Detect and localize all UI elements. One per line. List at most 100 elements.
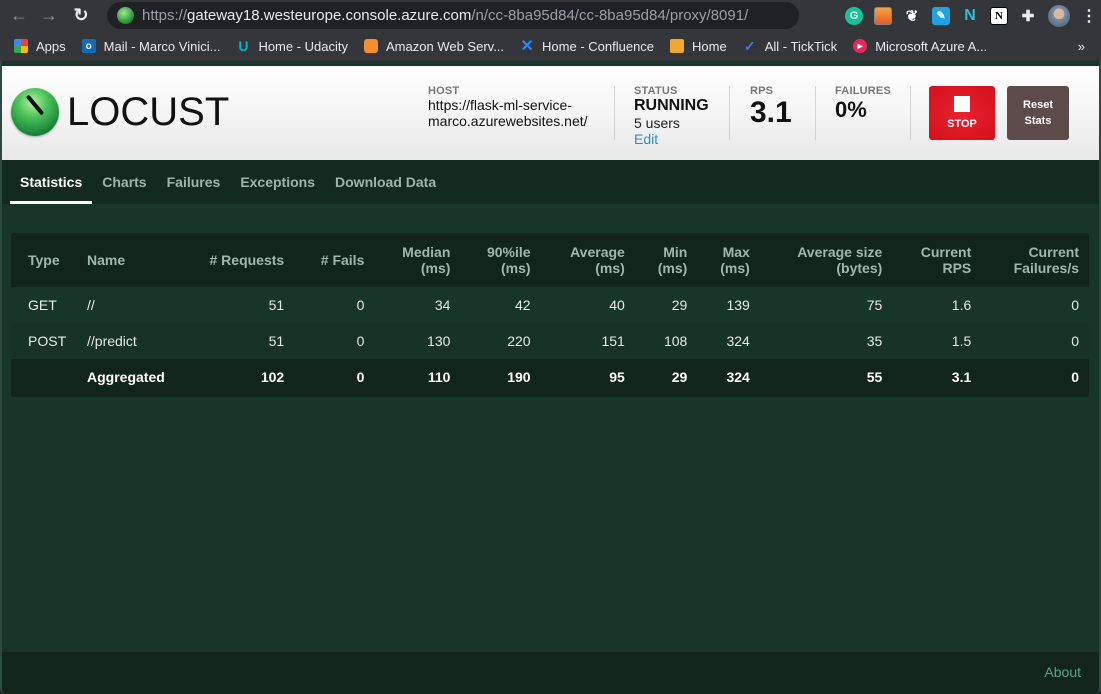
column-header[interactable]: Name	[77, 233, 175, 287]
column-header[interactable]: Average (ms)	[541, 233, 635, 287]
cell-min: 29	[634, 359, 698, 395]
column-header-line1: Name	[87, 252, 126, 268]
column-header-line2: RPS	[942, 260, 972, 276]
column-header[interactable]: # Requests	[175, 233, 294, 287]
column-header[interactable]: Min (ms)	[635, 233, 697, 287]
rps-value: 3.1	[750, 96, 792, 129]
cell-requests: 51	[268, 333, 285, 349]
bookmark-mail[interactable]: o Mail - Marco Vinici...	[81, 39, 220, 54]
browser-toolbar: ← → ↻ https://gateway18.westeurope.conso…	[0, 0, 1101, 31]
locust-logo[interactable]: LOCUST	[11, 88, 229, 136]
gnome-icon[interactable]: ❦	[903, 7, 921, 25]
column-header-line1: Average size	[797, 244, 883, 260]
nimbus-icon[interactable]: N	[961, 7, 979, 25]
tab-failures[interactable]: Failures	[157, 160, 231, 204]
bookmark-ticktick[interactable]: ✓ All - TickTick	[743, 38, 838, 54]
cell-current: 0	[1071, 297, 1079, 313]
cell-max: 139	[726, 297, 750, 313]
failures-value: 0%	[835, 97, 867, 122]
forward-arrow-icon[interactable]: →	[38, 5, 60, 27]
pen-icon[interactable]: ✎	[932, 6, 950, 25]
column-header-line1: Min	[663, 244, 688, 260]
azure-icon: ▸	[853, 39, 868, 53]
host-value: https://flask-ml-service-marco.azurewebs…	[428, 97, 588, 129]
cell-requests: 102	[174, 359, 295, 395]
cell-fails: 0	[356, 297, 365, 313]
tab-statistics[interactable]: Statistics	[10, 160, 93, 204]
locust-header: LOCUST HOST https://flask-ml-service-mar…	[2, 66, 1099, 160]
failures-label: FAILURES	[835, 85, 891, 97]
bookmark-apps[interactable]: Apps	[14, 39, 66, 54]
puzzle-icon[interactable]: ✚	[1019, 7, 1037, 25]
bookmark-azure[interactable]: ▸ Microsoft Azure A...	[853, 39, 987, 54]
column-header[interactable]: Median (ms)	[374, 233, 460, 287]
back-arrow-icon[interactable]: ←	[8, 5, 30, 27]
bookmark-home[interactable]: Home	[670, 39, 727, 54]
stop-label: STOP	[947, 118, 977, 130]
grammarly-icon[interactable]: G	[845, 6, 863, 25]
table-row: POST //predict 51 0 130 220 151 108 324 35 1.5 0	[11, 323, 1089, 359]
cell-max: 324	[697, 359, 760, 395]
bookmarks-bar: Apps o Mail - Marco Vinici... U Home - Uda…	[0, 31, 1101, 61]
column-header[interactable]: Average size (bytes)	[760, 233, 893, 287]
column-header[interactable]: 90%ile (ms)	[460, 233, 540, 287]
column-header[interactable]: Max (ms)	[697, 233, 759, 287]
box-icon	[670, 39, 685, 53]
tab-exceptions[interactable]: Exceptions	[230, 160, 325, 204]
edit-link[interactable]: Edit	[634, 131, 709, 147]
address-bar[interactable]: https://gateway18.westeurope.console.azu…	[107, 2, 799, 29]
cell-median: 34	[434, 297, 451, 313]
reload-icon[interactable]: ↻	[70, 5, 92, 27]
stop-icon	[954, 96, 970, 112]
cell-fails: 0	[294, 359, 375, 395]
locust-page: LOCUST HOST https://flask-ml-service-mar…	[0, 61, 1101, 694]
column-header[interactable]: Current RPS	[892, 233, 981, 287]
reset-stats-button[interactable]: Reset Stats	[1007, 86, 1069, 140]
cell-average: 95	[540, 359, 635, 395]
site-favicon-icon	[117, 7, 134, 24]
url-scheme: https://	[142, 7, 188, 24]
column-header[interactable]: Current Failures/s	[981, 233, 1089, 287]
stop-button[interactable]: STOP	[929, 86, 995, 140]
cell-min: 108	[663, 333, 688, 349]
bookmark-udacity[interactable]: U Home - Udacity	[236, 38, 348, 54]
tab-download-data[interactable]: Download Data	[325, 160, 446, 204]
footer: About	[2, 652, 1099, 694]
column-header-line1: # Requests	[209, 252, 285, 268]
cell-current: 3.1	[892, 359, 982, 395]
column-header-line1: Current	[1028, 244, 1079, 260]
profile-avatar[interactable]	[1048, 4, 1070, 27]
column-header-line1: Type	[28, 252, 60, 268]
bookmark-label: All - TickTick	[764, 38, 838, 54]
status-box: STATUS RUNNING 5 users Edit	[634, 85, 709, 147]
divider	[815, 86, 816, 140]
column-header[interactable]: Type	[11, 233, 77, 287]
column-header[interactable]: # Fails	[294, 233, 374, 287]
bookmarks-overflow-icon[interactable]: »	[1078, 39, 1085, 54]
confluence-icon: ✕	[520, 38, 534, 55]
cell-current: 1.5	[951, 333, 972, 349]
cell-current: 1.6	[951, 297, 972, 313]
cell-average: 40	[609, 297, 625, 313]
column-header-line2: (ms)	[720, 260, 750, 276]
cell-current: 0	[981, 359, 1089, 395]
host-label: HOST	[428, 85, 460, 97]
cell-name: //predict	[87, 333, 137, 349]
cell-type: GET	[28, 297, 57, 313]
tab-charts[interactable]: Charts	[92, 160, 156, 204]
url-path: /n/cc-8ba95d84/cc-8ba95d84/proxy/8091/	[471, 7, 749, 24]
notion-icon[interactable]: N	[990, 6, 1008, 25]
outlook-icon: o	[81, 39, 96, 53]
bookmark-label: Home - Confluence	[542, 38, 655, 54]
about-link[interactable]: About	[1044, 664, 1081, 680]
bookmark-aws[interactable]: Amazon Web Serv...	[364, 39, 504, 54]
cell-average-size: 75	[866, 297, 883, 313]
rps-box: RPS 3.1	[750, 85, 792, 129]
column-header-line2: Failures/s	[1013, 260, 1079, 276]
tab-bar: Statistics Charts Failures Exceptions Downlo…	[2, 160, 1099, 204]
more-menu-icon[interactable]: ⋮	[1081, 6, 1097, 26]
cell-requests: 51	[268, 297, 285, 313]
locust-logo-icon	[11, 88, 59, 136]
image-icon[interactable]	[874, 6, 892, 25]
bookmark-confluence[interactable]: ✕ Home - Confluence	[520, 38, 655, 55]
